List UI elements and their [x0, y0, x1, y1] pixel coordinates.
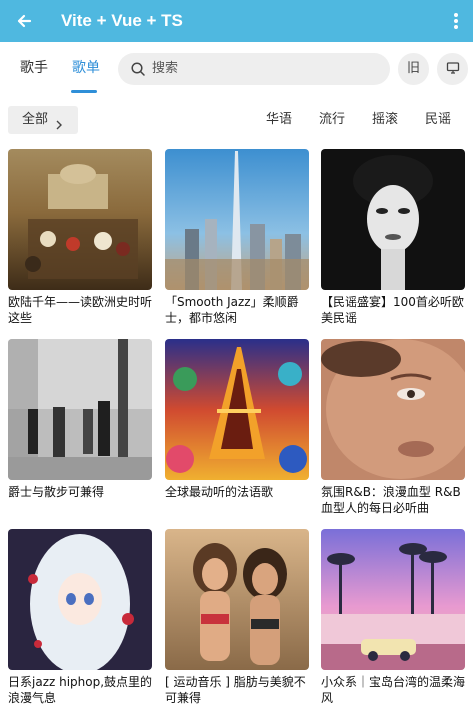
playlist-cover [8, 149, 152, 290]
chevron-right-icon [54, 114, 64, 130]
playlist-title: 「Smooth Jazz」柔顺爵士，都市悠闲 [165, 295, 299, 325]
app-bar: Vite + Vue + TS [0, 0, 473, 42]
search-icon [130, 61, 146, 77]
tab-singers[interactable]: 歌手 [20, 42, 48, 94]
tab-playlists[interactable]: 歌单 [72, 42, 100, 94]
all-categories-label: 全部 [22, 112, 49, 127]
playlist-title: 日系jazz hiphop,鼓点里的浪漫气息 [8, 675, 153, 705]
playlist-cover [321, 149, 465, 290]
arrow-left-icon[interactable] [10, 6, 40, 36]
genre-chip[interactable]: 流行 [319, 106, 345, 134]
more-vertical-icon[interactable] [444, 6, 468, 36]
genre-chip[interactable]: 华语 [266, 106, 292, 134]
playlist-title: 爵士与散步可兼得 [8, 485, 105, 499]
monitor-button[interactable] [437, 53, 468, 85]
genre-chip[interactable]: 民谣 [425, 106, 451, 134]
playlist-cover [8, 529, 152, 670]
playlist-title: 欧陆千年——读欧洲史时听这些 [8, 295, 153, 325]
app-title: Vite + Vue + TS [61, 11, 183, 30]
playlist-title: 小众系｜宝岛台湾的温柔海风 [321, 675, 466, 705]
playlist-cover [165, 529, 309, 670]
playlist-cover [321, 339, 465, 480]
playlist-cover [321, 529, 465, 670]
playlist-title: [ 运动音乐 ] 脂肪与美貌不可兼得 [165, 675, 306, 705]
tab-search-bar: 歌手 歌单 搜索 旧 [0, 42, 473, 94]
playlist-title: 氛围R&B：浪漫血型 R&B血型人的每日必听曲 [321, 485, 461, 515]
playlist-cover [8, 339, 152, 480]
playlist-title: 全球最动听的法语歌 [165, 485, 274, 499]
old-version-button[interactable]: 旧 [398, 53, 429, 85]
search-placeholder: 搜索 [152, 61, 179, 76]
monitor-icon [446, 61, 460, 76]
playlist-title: 【民谣盛宴】100首必听欧美民谣 [321, 295, 464, 325]
all-categories-button[interactable]: 全部 [8, 106, 78, 134]
search-input[interactable]: 搜索 [118, 53, 390, 85]
playlist-cover [165, 149, 309, 290]
active-tab-indicator [71, 90, 97, 93]
category-filter: 全部 华语 流行 摇滚 民谣 [0, 94, 473, 144]
playlist-cover [165, 339, 309, 480]
genre-chip[interactable]: 摇滚 [372, 106, 398, 134]
